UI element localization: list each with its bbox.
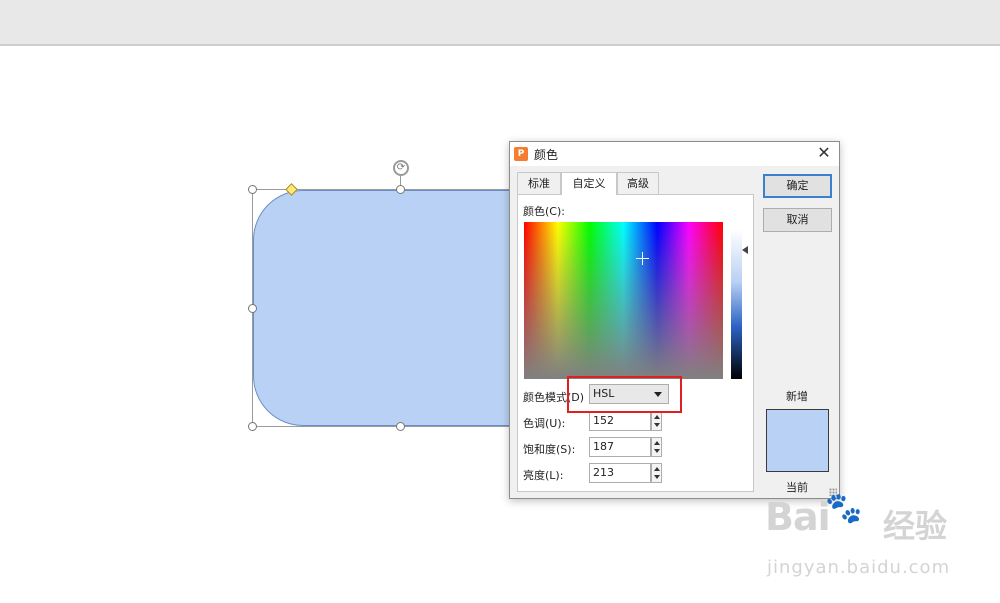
lightness-spinner[interactable] xyxy=(651,463,662,483)
current-color-label: 当前 xyxy=(786,481,808,494)
selection-border-bottom xyxy=(252,426,510,427)
resize-handle-top[interactable] xyxy=(396,185,405,194)
tab-standard[interactable]: 标准 xyxy=(517,172,561,194)
rotate-glyph: ⟳ xyxy=(396,162,406,173)
hue-value: 152 xyxy=(593,414,614,427)
saturation-spinner[interactable] xyxy=(651,437,662,457)
lightness-label: 亮度(L): xyxy=(523,469,564,482)
hue-label: 色调(U): xyxy=(523,417,566,430)
luminance-arrow-icon[interactable] xyxy=(742,246,748,254)
resize-handle-left[interactable] xyxy=(248,304,257,313)
tab-advanced[interactable]: 高级 xyxy=(617,172,659,194)
rounded-rectangle-shape[interactable] xyxy=(253,190,523,426)
dialog-titlebar: P 颜色 ✕ xyxy=(510,142,839,166)
dialog-title: 颜色 xyxy=(534,148,559,162)
color-spectrum-picker[interactable] xyxy=(524,222,723,379)
color-label: 颜色(C): xyxy=(523,205,565,218)
crosshair-icon xyxy=(636,252,649,265)
lightness-value: 213 xyxy=(593,466,614,479)
tab-custom[interactable]: 自定义 xyxy=(561,172,617,195)
resize-handle-top-left[interactable] xyxy=(248,185,257,194)
resize-handle-bottom-left[interactable] xyxy=(248,422,257,431)
hue-input[interactable]: 152 xyxy=(589,411,662,431)
lightness-input[interactable]: 213 xyxy=(589,463,662,483)
saturation-input[interactable]: 187 xyxy=(589,437,662,457)
watermark-url: jingyan.baidu.com xyxy=(767,557,951,578)
new-color-label: 新增 xyxy=(786,390,808,403)
ok-button[interactable]: 确定 xyxy=(763,174,832,198)
close-icon[interactable]: ✕ xyxy=(815,144,833,162)
app-toolbar-strip xyxy=(0,0,1000,46)
saturation-label: 饱和度(S): xyxy=(523,443,576,456)
cancel-button[interactable]: 取消 xyxy=(763,208,832,232)
color-dialog: P 颜色 ✕ 标准 自定义 高级 颜色(C): 颜色模式(D) HSL 色调(U… xyxy=(509,141,840,499)
watermark-cn-text: 经验 xyxy=(883,507,948,545)
saturation-value: 187 xyxy=(593,440,614,453)
wps-presentation-icon: P xyxy=(514,147,528,161)
paw-icon: 🐾 xyxy=(825,491,863,526)
resize-handle-bottom[interactable] xyxy=(396,422,405,431)
rotate-handle-icon[interactable]: ⟳ xyxy=(393,160,409,176)
annotation-highlight-box xyxy=(567,376,682,413)
watermark-logo-text: Bai xyxy=(765,495,831,539)
custom-tab-panel: 颜色(C): 颜色模式(D) HSL 色调(U): 152 饱和度(S): 18… xyxy=(517,194,754,492)
hue-spinner[interactable] xyxy=(651,411,662,431)
color-preview-swatch xyxy=(766,409,829,472)
luminance-slider[interactable] xyxy=(731,229,742,379)
baidu-jingyan-watermark: Bai 🐾 经验 jingyan.baidu.com xyxy=(765,491,965,585)
